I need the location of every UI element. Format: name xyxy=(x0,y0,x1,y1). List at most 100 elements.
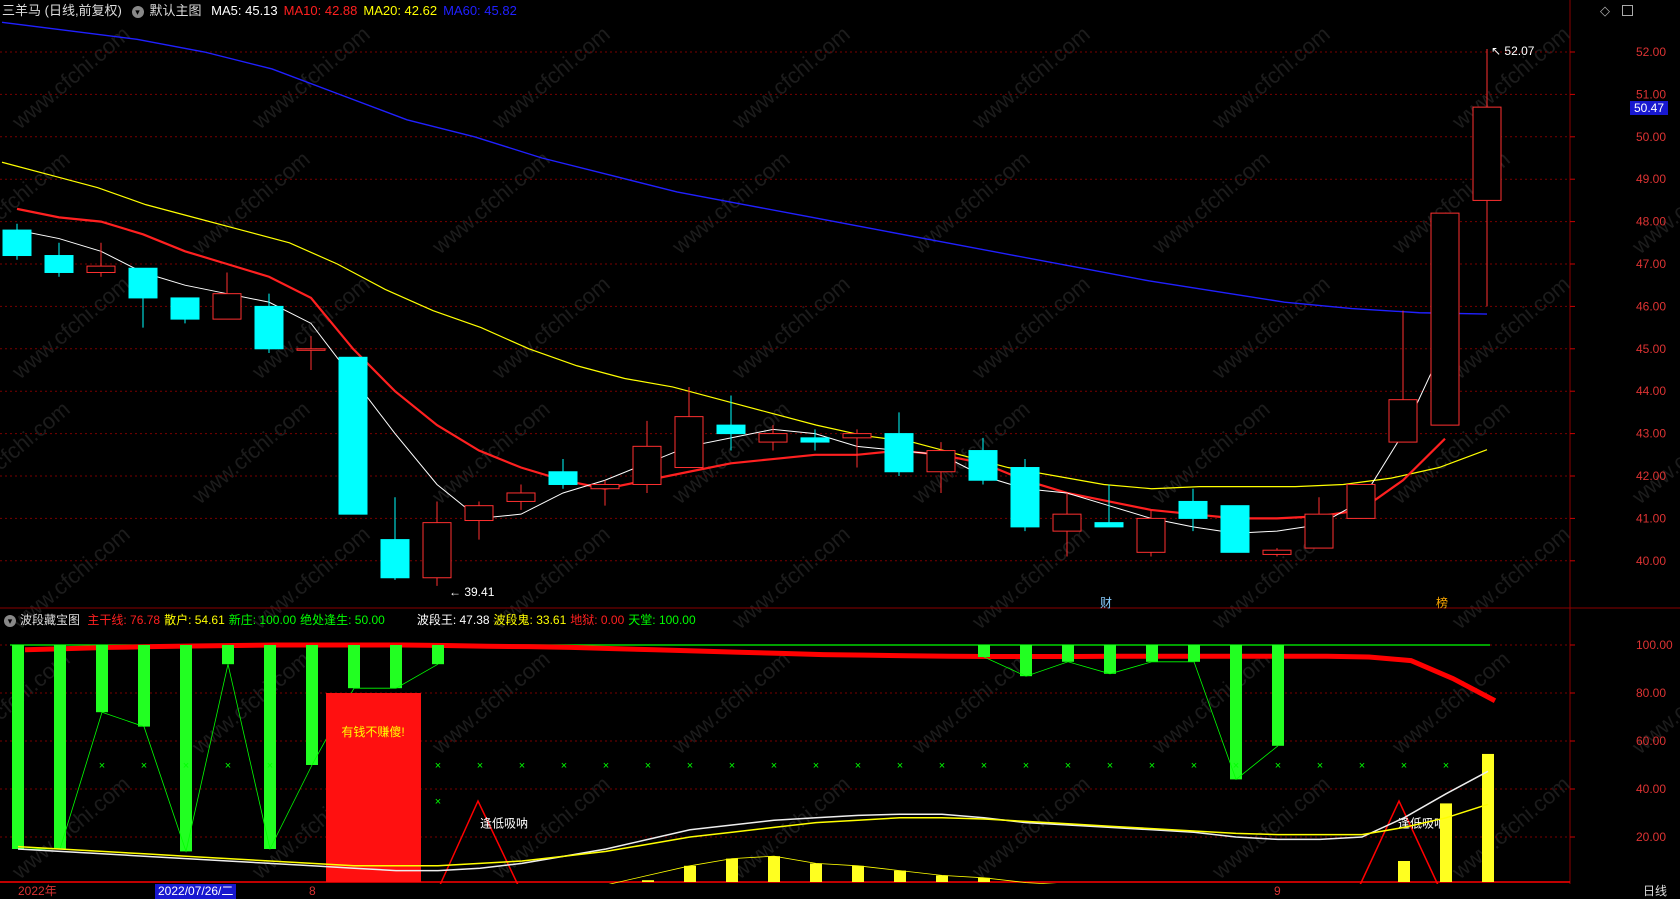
watermark: www.cfchi.com xyxy=(6,271,134,384)
candle-body xyxy=(1094,522,1124,528)
price-tick-label: 44.00 xyxy=(1636,384,1666,398)
yellow-bar xyxy=(894,870,906,882)
green-bar xyxy=(1188,645,1200,662)
yellow-bar xyxy=(810,863,822,882)
x-marker: × xyxy=(1443,760,1449,772)
x-marker: × xyxy=(1233,760,1239,772)
x-marker: × xyxy=(687,760,693,772)
watermark: www.cfchi.com xyxy=(1206,271,1334,384)
candle-body xyxy=(1430,212,1460,426)
green-bar xyxy=(1104,645,1116,674)
year-label: 2022年 xyxy=(18,884,57,898)
watermark: www.cfchi.com xyxy=(1446,771,1574,884)
watermark: www.cfchi.com xyxy=(1626,146,1680,259)
watermark: www.cfchi.com xyxy=(1146,396,1274,509)
candle-body xyxy=(464,505,494,522)
indicator-tick-label: 40.00 xyxy=(1636,782,1666,796)
green-bar xyxy=(1272,645,1284,746)
watermark: www.cfchi.com xyxy=(186,646,314,759)
indicator-value: 波段鬼: 33.61 xyxy=(493,613,567,627)
x-marker: × xyxy=(1149,760,1155,772)
price-tick-label: 50.00 xyxy=(1636,130,1666,144)
diamond-icon[interactable]: ◇ xyxy=(1600,0,1610,22)
x-marker: × xyxy=(1275,760,1281,772)
x-marker: × xyxy=(729,760,735,772)
ma-indicator: MA60: 45.82 xyxy=(443,3,517,18)
green-bar xyxy=(180,645,192,852)
watermark: www.cfchi.com xyxy=(966,21,1094,134)
x-marker: × xyxy=(435,760,441,772)
chevron-down-icon[interactable]: ▾ xyxy=(131,5,144,18)
watermark: www.cfchi.com xyxy=(966,771,1094,884)
watermark: www.cfchi.com xyxy=(1626,396,1680,509)
candle-body xyxy=(1388,399,1418,443)
period-label[interactable]: 日线 xyxy=(1643,884,1667,899)
x-marker: × xyxy=(939,760,945,772)
watermark: www.cfchi.com xyxy=(726,771,854,884)
current-price-tag: 50.47 xyxy=(1630,101,1669,115)
price-tick-label: 46.00 xyxy=(1636,299,1666,313)
indicator-tick-label: 20.00 xyxy=(1636,830,1666,844)
price-tick-label: 43.00 xyxy=(1636,427,1666,441)
time-axis: 2022年 2022/07/26/二 8 9 日线 xyxy=(0,884,1680,899)
candle-body xyxy=(716,424,746,435)
candle-body xyxy=(1304,513,1334,549)
watermark: www.cfchi.com xyxy=(486,21,614,134)
candle-body xyxy=(590,483,620,490)
indicator-tick-label: 100.00 xyxy=(1636,638,1673,652)
month-9: 9 xyxy=(1274,884,1281,898)
watermark: www.cfchi.com xyxy=(186,146,314,259)
watermark: www.cfchi.com xyxy=(726,21,854,134)
indicator-value: 天堂: 100.00 xyxy=(628,613,696,627)
candle-body xyxy=(968,450,998,481)
x-marker: × xyxy=(267,760,273,772)
green-bar xyxy=(96,645,108,713)
ranking-marker: 榜 xyxy=(1436,595,1448,610)
watermark: www.cfchi.com xyxy=(1446,21,1574,134)
watermark: www.cfchi.com xyxy=(6,771,134,884)
yellow-bar xyxy=(768,856,780,882)
green-bar xyxy=(432,645,444,665)
chevron-down-icon[interactable]: ▾ xyxy=(4,614,16,627)
candle-body xyxy=(506,492,536,502)
price-tick-label: 41.00 xyxy=(1636,511,1666,525)
yellow-bar xyxy=(684,865,696,882)
indicator-title[interactable]: 波段藏宝图 xyxy=(20,613,80,627)
price-tick-label: 52.00 xyxy=(1636,45,1666,59)
indicator-header: ▾ 波段藏宝图 主干线: 76.78 散户: 54.61 新庄: 100.00 绝处逢生… xyxy=(0,610,1680,630)
candle-body xyxy=(632,445,662,485)
price-tick-label: 47.00 xyxy=(1636,257,1666,271)
watermark: www.cfchi.com xyxy=(426,646,554,759)
maximize-icon[interactable] xyxy=(1622,5,1633,16)
watermark: www.cfchi.com xyxy=(1206,771,1334,884)
yellow-bar xyxy=(726,858,738,882)
red-block-label: 有钱不赚傻! xyxy=(341,724,404,739)
red-signal-block xyxy=(326,693,421,882)
x-marker: × xyxy=(477,760,483,772)
ma-indicators: MA5: 45.13 MA10: 42.88 MA20: 42.62 MA60: 45… xyxy=(211,3,523,18)
x-marker: × xyxy=(855,760,861,772)
candle-body xyxy=(1262,549,1292,555)
candle-body xyxy=(170,297,200,320)
watermark-layer: www.cfchi.com www.cfchi.com www.cfchi.com w… xyxy=(0,21,1680,884)
candle-body xyxy=(1178,500,1208,519)
x-marker: × xyxy=(519,760,525,772)
ma-indicator: MA20: 42.62 xyxy=(363,3,438,18)
green-bar xyxy=(1020,645,1032,677)
green-bar xyxy=(264,645,276,849)
template-label[interactable]: 默认主图 xyxy=(150,3,202,18)
high-label: ↖ 52.07 xyxy=(1491,44,1535,58)
candle-body xyxy=(380,539,410,579)
x-marker: × xyxy=(1401,760,1407,772)
candle-body xyxy=(800,437,830,443)
x-marker: × xyxy=(1107,760,1113,772)
watermark: www.cfchi.com xyxy=(0,396,75,509)
green-bar xyxy=(348,645,360,689)
stock-label[interactable]: 三羊马 (日线,前复权) xyxy=(2,3,122,18)
indicator-chart[interactable]: × × × × × × × × × × × × × × × × × × × × × × × × × × × × × × × 有钱不赚傻! 逢低吸… xyxy=(0,642,1570,886)
watermark: www.cfchi.com xyxy=(726,271,854,384)
green-bar xyxy=(306,645,318,765)
x-marker: × xyxy=(771,760,777,772)
yellow-bar xyxy=(936,875,948,882)
low-label: ← 39.41 xyxy=(449,585,495,599)
